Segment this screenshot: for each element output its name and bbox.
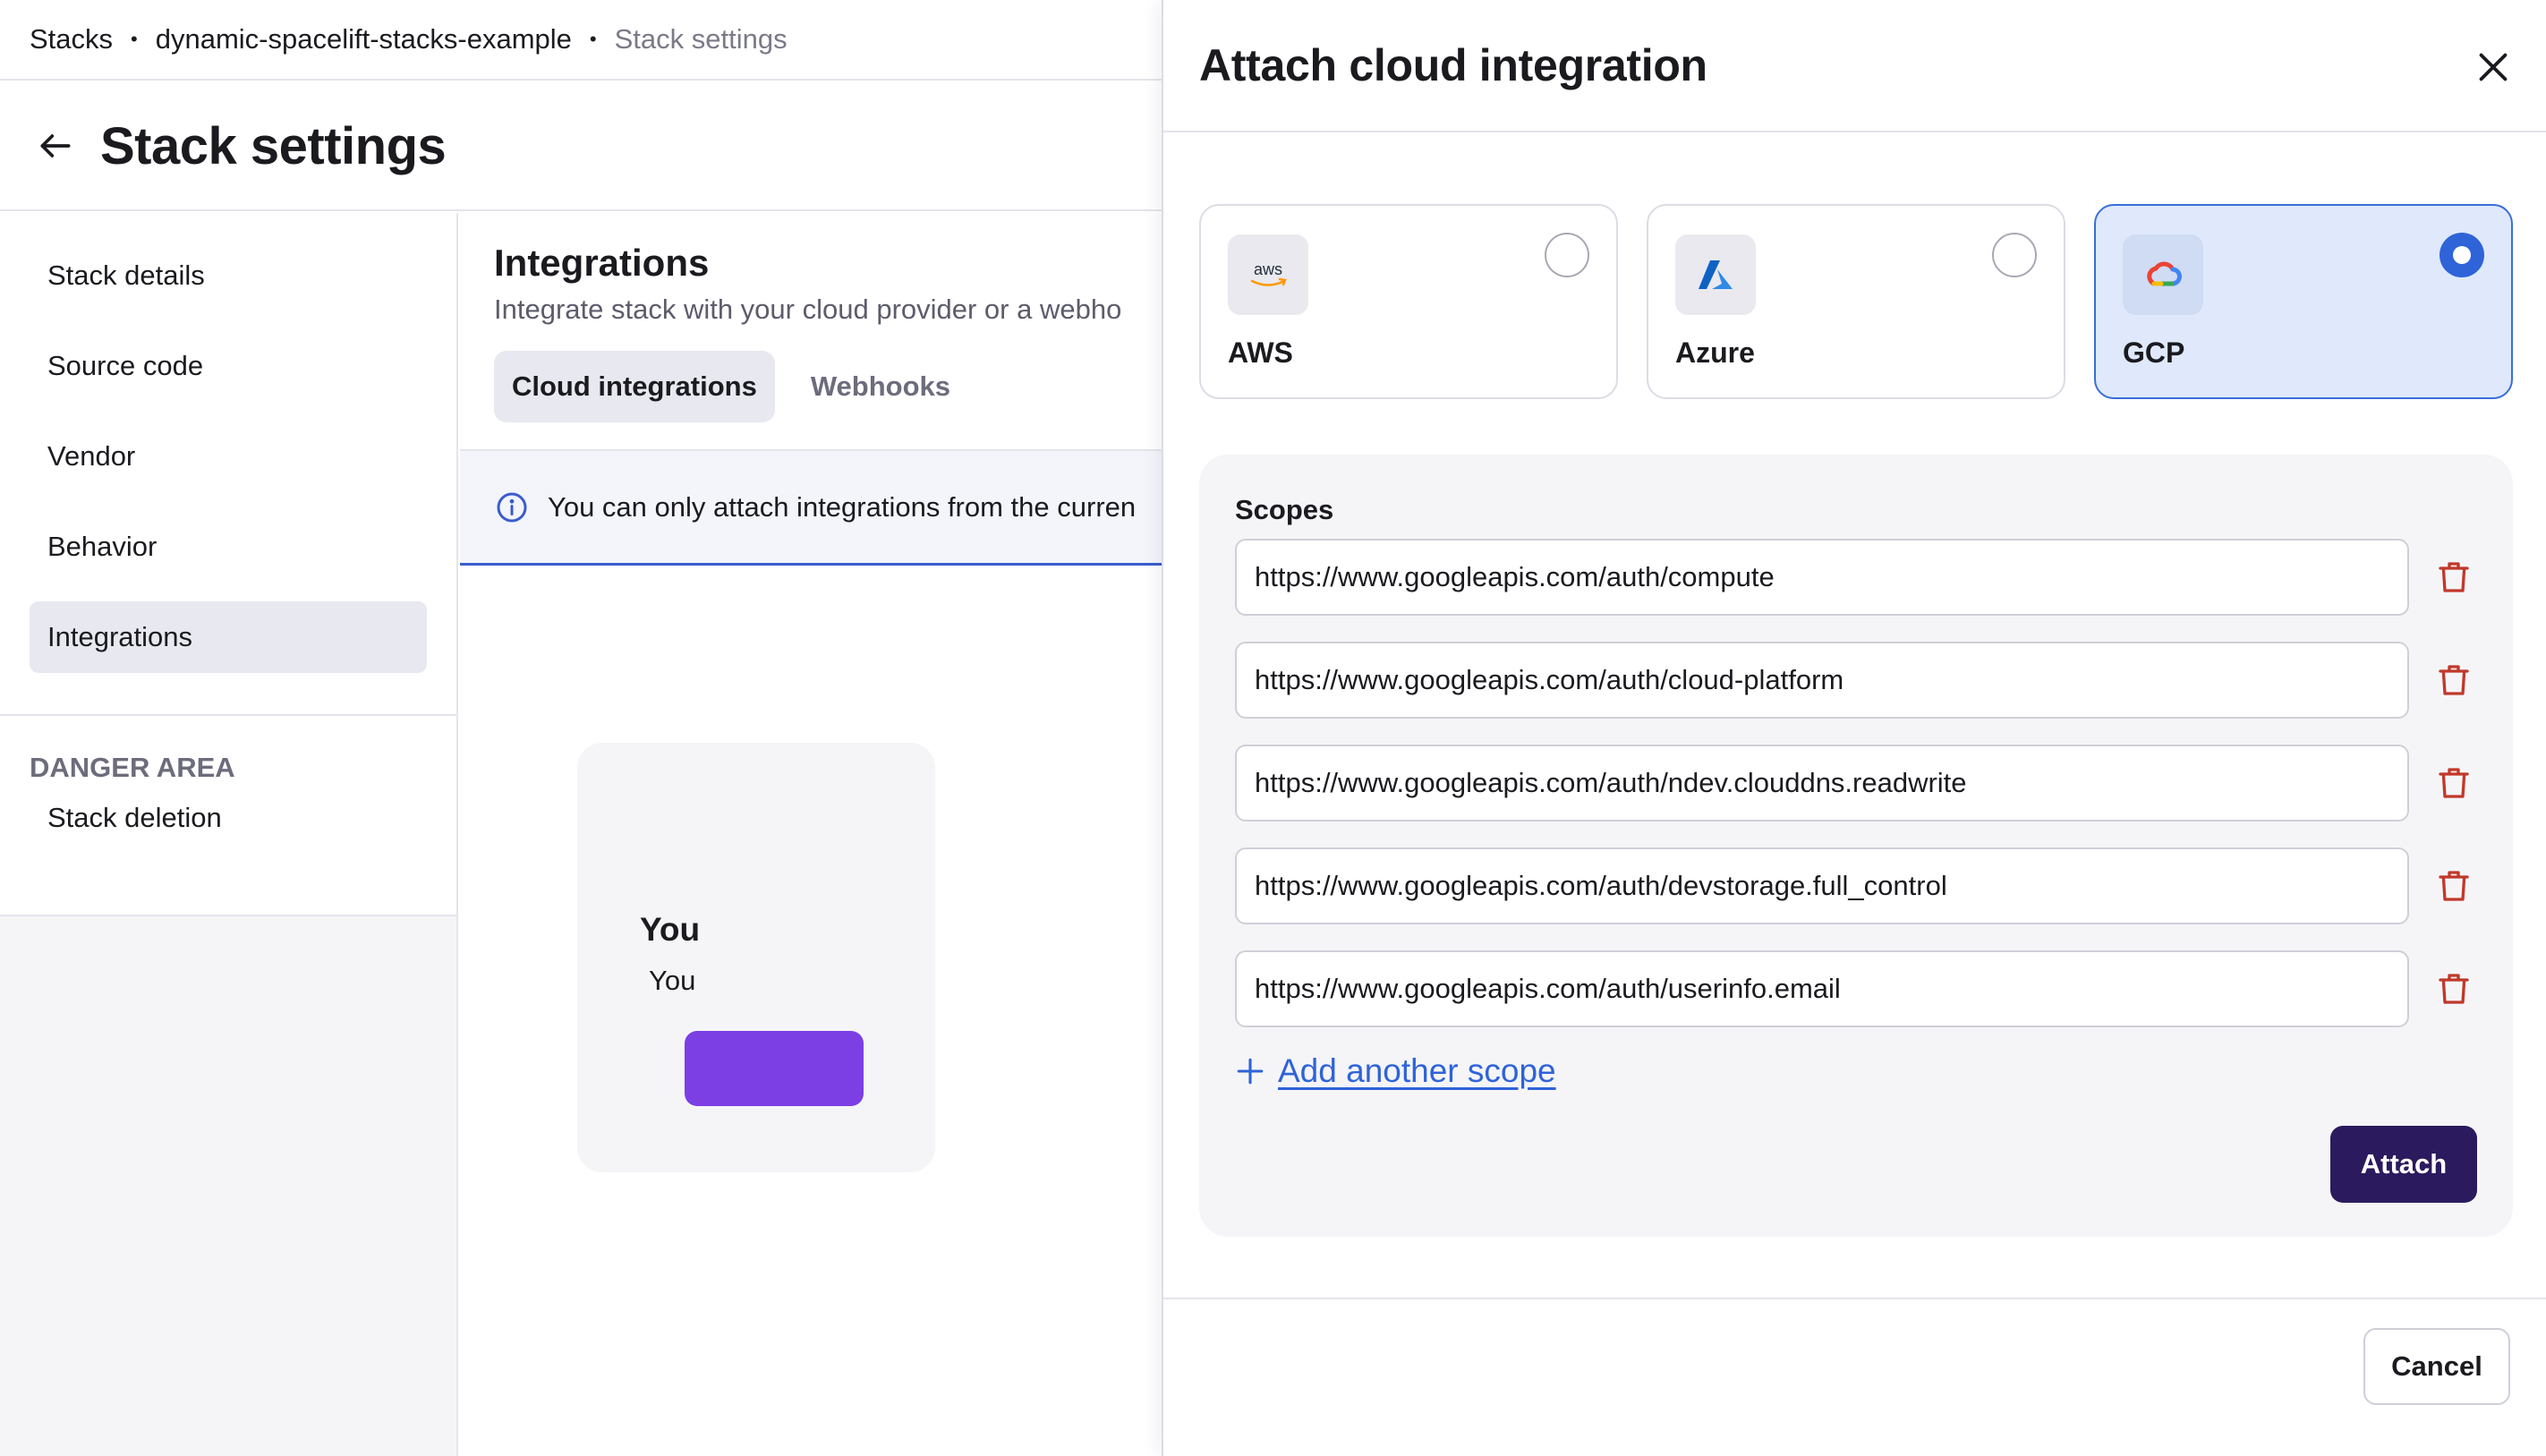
sidebar-item-behavior[interactable]: Behavior: [30, 511, 427, 583]
provider-name: GCP: [2123, 336, 2185, 369]
info-banner: You can only attach integrations from th…: [460, 451, 1163, 566]
add-scope-link[interactable]: Add another scope: [1235, 1052, 1556, 1090]
drawer-header: Attach cloud integration: [1163, 0, 2546, 132]
attach-cloud-integration-drawer: Attach cloud integration aws AWS Azure G…: [1162, 0, 2546, 1456]
aws-radio[interactable]: [1545, 233, 1589, 277]
page-header: Stack settings: [0, 82, 1163, 211]
cancel-button[interactable]: Cancel: [2363, 1328, 2510, 1405]
breadcrumb-stacks[interactable]: Stacks: [30, 23, 113, 55]
breadcrumb-current: Stack settings: [614, 23, 788, 55]
scope-row: [1235, 847, 2488, 924]
empty-state-card: You You: [577, 743, 935, 1172]
trash-icon[interactable]: [2436, 662, 2472, 698]
aws-logo-icon: aws: [1228, 234, 1308, 315]
danger-area-group: DANGER AREA Stack deletion: [0, 716, 456, 916]
trash-icon[interactable]: [2436, 765, 2472, 801]
empty-state-subtitle: You: [649, 965, 696, 996]
add-scope-label: Add another scope: [1278, 1052, 1556, 1089]
sidebar-item-integrations[interactable]: Integrations: [30, 601, 427, 673]
page-title: Stack settings: [100, 116, 447, 175]
scope-row: [1235, 539, 2488, 616]
scope-input[interactable]: [1235, 539, 2409, 616]
provider-card-gcp[interactable]: GCP: [2094, 204, 2513, 399]
trash-icon[interactable]: [2436, 868, 2472, 904]
empty-state-title: You: [640, 911, 701, 948]
provider-card-aws[interactable]: aws AWS: [1199, 204, 1618, 399]
azure-logo-icon: [1675, 234, 1756, 315]
scope-input[interactable]: [1235, 950, 2409, 1027]
trash-icon[interactable]: [2436, 971, 2472, 1007]
tab-webhooks[interactable]: Webhooks: [793, 351, 968, 422]
section-title: Integrations: [494, 242, 710, 284]
gcp-radio[interactable]: [2440, 233, 2484, 277]
scope-input[interactable]: [1235, 745, 2409, 822]
plus-icon: [1237, 1058, 1264, 1085]
drawer-title: Attach cloud integration: [1199, 40, 1707, 90]
breadcrumb-separator: •: [131, 28, 138, 50]
provider-name: Azure: [1675, 336, 1755, 369]
sidebar-item-stack-details[interactable]: Stack details: [30, 240, 427, 311]
sidebar-item-vendor[interactable]: Vendor: [30, 421, 427, 492]
aws-logo-text: aws: [1254, 260, 1282, 278]
provider-name: AWS: [1228, 336, 1293, 369]
attach-button[interactable]: Attach: [2330, 1126, 2477, 1203]
section-subtitle: Integrate stack with your cloud provider…: [494, 294, 1122, 325]
provider-options: aws AWS Azure GCP: [1199, 204, 2513, 399]
drawer-footer-divider: [1163, 1298, 2546, 1299]
settings-sidebar: Stack details Source code Vendor Behavio…: [0, 213, 458, 1456]
info-icon: [497, 492, 527, 522]
close-icon[interactable]: [2473, 47, 2514, 88]
scope-row: [1235, 745, 2488, 822]
scope-input[interactable]: [1235, 642, 2409, 719]
sidebar-item-source-code[interactable]: Source code: [30, 330, 427, 402]
scope-row: [1235, 642, 2488, 719]
provider-card-azure[interactable]: Azure: [1647, 204, 2065, 399]
scopes-panel: Scopes https://www.googleapis.com/auth/c…: [1199, 455, 2513, 1237]
breadcrumb-stack-name[interactable]: dynamic-spacelift-stacks-example: [156, 23, 572, 55]
scopes-label: Scopes: [1235, 494, 1334, 525]
azure-radio[interactable]: [1992, 233, 2037, 277]
arrow-left-icon[interactable]: [36, 126, 75, 166]
tab-cloud-integrations[interactable]: Cloud integrations: [494, 351, 775, 422]
empty-state-button[interactable]: [685, 1031, 864, 1106]
scope-input[interactable]: [1235, 847, 2409, 924]
scope-row: [1235, 950, 2488, 1027]
integration-tabs: Cloud integrations Webhooks: [494, 351, 968, 422]
info-text: You can only attach integrations from th…: [548, 490, 1137, 523]
breadcrumb-separator: •: [589, 28, 597, 50]
trash-icon[interactable]: [2436, 559, 2472, 595]
gcp-logo-icon: [2123, 234, 2203, 315]
sidebar-item-stack-deletion[interactable]: Stack deletion: [30, 782, 427, 854]
breadcrumb: Stacks • dynamic-spacelift-stacks-exampl…: [0, 0, 1163, 81]
settings-nav-group: Stack details Source code Vendor Behavio…: [0, 213, 456, 716]
